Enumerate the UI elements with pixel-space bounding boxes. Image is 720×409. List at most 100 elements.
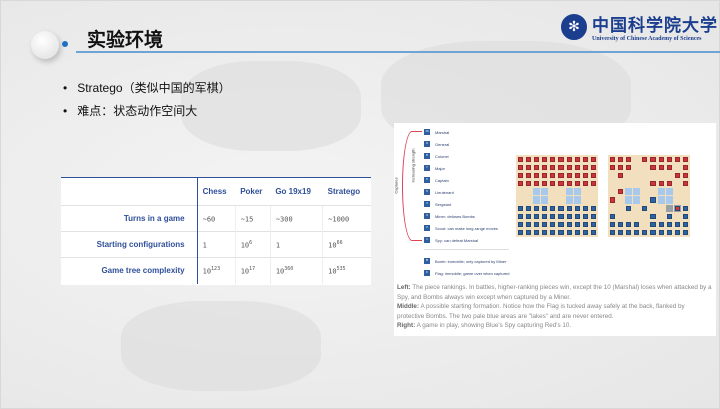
board-cell (658, 172, 665, 179)
table-row: Starting configurations110611066 (61, 232, 371, 258)
table-cell: ~15 (235, 206, 270, 232)
red-piece (525, 164, 532, 171)
board-cell (525, 188, 532, 195)
red-piece (649, 180, 656, 187)
strength-label: Increasing strength (411, 148, 416, 182)
red-piece (566, 180, 573, 187)
board-right (608, 155, 690, 237)
board-cell (617, 180, 624, 187)
lake-cell (666, 188, 673, 195)
board-cell (609, 180, 616, 187)
blue-piece (674, 221, 681, 228)
logo-cn: 中国科学院大学 (592, 11, 718, 36)
row-header: Starting configurations (61, 232, 197, 258)
blue-piece (641, 205, 648, 212)
red-piece (517, 180, 524, 187)
red-piece (574, 172, 581, 179)
board-cell (625, 180, 632, 187)
table-cell: 10535 (323, 258, 371, 284)
board-cell (517, 196, 524, 203)
captures-label: Captures (394, 177, 399, 193)
board-cell (557, 188, 564, 195)
blue-piece (566, 205, 573, 212)
red-piece (617, 172, 624, 179)
table-cell: ~60 (197, 206, 235, 232)
decorative-sphere (31, 31, 59, 59)
red-piece (641, 156, 648, 163)
red-piece (557, 172, 564, 179)
blue-piece (666, 229, 673, 236)
board-cell (641, 172, 648, 179)
red-piece (525, 156, 532, 163)
spy-capture (674, 205, 681, 212)
red-piece (658, 156, 665, 163)
blue-piece (609, 213, 616, 220)
red-piece (649, 156, 656, 163)
board-cell (609, 205, 616, 212)
board-cell (666, 172, 673, 179)
ucas-seal-icon: ✻ (561, 14, 587, 40)
rank-item: 9General (424, 138, 509, 150)
lake-cell (666, 196, 673, 203)
table-cell: 10360 (270, 258, 322, 284)
blue-piece (641, 229, 648, 236)
blue-piece (633, 221, 640, 228)
row-header: Game tree complexity (61, 258, 197, 284)
piece-icon: B (424, 258, 430, 264)
blue-piece (525, 221, 532, 228)
red-piece (533, 164, 540, 171)
red-piece (566, 164, 573, 171)
blue-piece (574, 213, 581, 220)
world-map-bg (121, 301, 321, 391)
blue-piece (682, 205, 689, 212)
blue-piece (557, 229, 564, 236)
blue-piece (557, 221, 564, 228)
caption-line: Right: A game in play, showing Blue's Sp… (397, 321, 713, 331)
red-piece (625, 156, 632, 163)
board-cell (649, 188, 656, 195)
blue-piece (566, 213, 573, 220)
board-cell (633, 164, 640, 171)
blue-piece (625, 221, 632, 228)
board-cell (549, 196, 556, 203)
rank-item: 3Miner: defuses Bombs (424, 210, 509, 222)
red-piece (609, 164, 616, 171)
board-cell (658, 205, 665, 212)
blue-piece (525, 213, 532, 220)
red-piece (557, 164, 564, 171)
blue-piece (541, 213, 548, 220)
board-cell (633, 156, 640, 163)
blue-piece (566, 229, 573, 236)
blue-piece (682, 229, 689, 236)
red-piece (549, 164, 556, 171)
rank-list: 10Marshal9General8Colonel7Major6Captain5… (424, 126, 509, 279)
blue-piece (574, 221, 581, 228)
ucas-logo: ✻ 中国科学院大学 University of Chinese Academy … (561, 11, 718, 42)
col-header: Stratego (323, 178, 371, 206)
red-piece (582, 164, 589, 171)
blue-piece (549, 205, 556, 212)
red-piece (617, 164, 624, 171)
board-cell (549, 188, 556, 195)
board-cell (517, 188, 524, 195)
lake-cell (574, 196, 581, 203)
lake-cell (658, 188, 665, 195)
lake-cell (633, 188, 640, 195)
blue-piece (557, 213, 564, 220)
board-cell (609, 172, 616, 179)
table-cell: 1066 (323, 232, 371, 258)
blue-piece (590, 229, 597, 236)
board-cell (525, 196, 532, 203)
board-cell (641, 213, 648, 220)
red-piece (557, 156, 564, 163)
table-cell: 10123 (197, 258, 235, 284)
caption-line: Middle: A possible starting formation. N… (397, 302, 713, 321)
red-piece (590, 180, 597, 187)
stratego-figure: Captures Increasing strength 10Marshal9G… (394, 123, 716, 336)
blue-piece (525, 229, 532, 236)
blue-piece (582, 213, 589, 220)
red-piece (557, 180, 564, 187)
blue-piece (649, 221, 656, 228)
red-piece (541, 172, 548, 179)
red-piece (541, 156, 548, 163)
